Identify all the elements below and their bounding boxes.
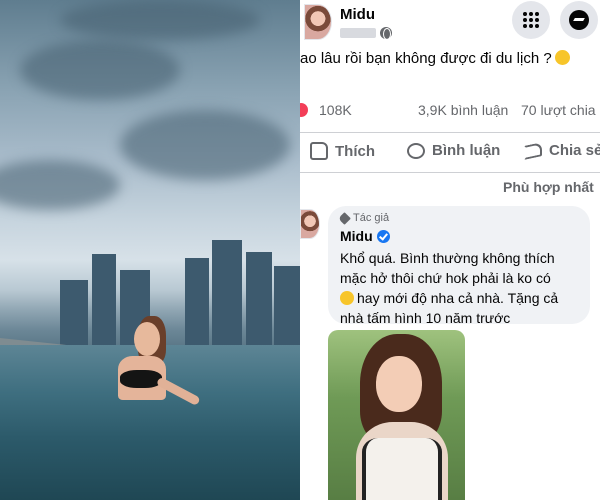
laughing-emoji-icon [340, 291, 354, 305]
post-photo[interactable] [0, 0, 300, 500]
comments-count[interactable]: 3,9K bình luận [418, 102, 508, 118]
author-badge-label: Tác giả [353, 212, 390, 224]
post-text: ao lâu rồi bạn không được đi du lịch ? [300, 50, 570, 67]
shares-count[interactable]: 70 lượt chia [521, 102, 596, 118]
person-swimsuit [120, 370, 162, 388]
post-text-content: ao lâu rồi bạn không được đi du lịch ? [300, 50, 552, 67]
post-author-avatar[interactable] [304, 4, 332, 40]
photo-skyline [246, 252, 272, 350]
post-meta [340, 27, 392, 40]
comment-button[interactable]: Bình luận [407, 142, 500, 159]
messenger-button[interactable] [560, 1, 598, 39]
comment-label: Bình luận [432, 142, 501, 159]
verified-icon [376, 229, 390, 243]
messenger-icon [569, 10, 589, 30]
photo-cloud [60, 0, 260, 40]
comment-line: nhà tấm hình 10 năm trước [340, 310, 511, 326]
comment-author-name[interactable]: Midu [340, 228, 373, 244]
divider [300, 132, 600, 133]
pen-icon [338, 211, 351, 225]
like-button[interactable]: Thích [310, 142, 375, 160]
share-icon [524, 141, 542, 160]
grid-menu-icon [523, 12, 539, 28]
photo-skyline [92, 254, 116, 350]
post-timestamp-blurred[interactable] [340, 28, 376, 38]
comment-line-with-emoji: hay mới độ nha cả nhà. Tặng cả [340, 288, 578, 308]
menu-button[interactable] [512, 1, 550, 39]
photo-skyline [274, 266, 300, 350]
comment-author-row: Midu [340, 228, 578, 244]
comment-sort-dropdown[interactable]: Phù hợp nhất [503, 179, 594, 195]
comment-photo[interactable] [328, 330, 465, 500]
post-panel: Midu ao lâu rồi bạn không được đi du lịc… [300, 0, 600, 500]
heart-icon[interactable] [300, 103, 308, 117]
like-icon [310, 142, 328, 160]
divider [300, 172, 600, 173]
photo-face [376, 356, 422, 412]
comment-line: Khổ quá. Bình thường không thích [340, 250, 555, 266]
comment-icon [407, 142, 425, 159]
reactions-count[interactable]: 108K [319, 102, 352, 118]
post-actions: Thích Bình luận Chia sẻ [300, 136, 600, 170]
comment-line-text: hay mới độ nha cả nhà. Tặng cả [357, 290, 559, 306]
comment-text: Khổ quá. Bình thường không thích mặc hở … [340, 248, 578, 328]
photo-cloud [0, 160, 120, 210]
photo-skyline [212, 240, 242, 350]
share-label: Chia sẻ [549, 142, 600, 159]
comment-bubble: Tác giả Midu Khổ quá. Bình thường không … [328, 206, 590, 326]
photo-cloud [20, 40, 180, 100]
globe-icon [380, 27, 392, 40]
photo-dress [362, 438, 442, 500]
person-head [134, 322, 160, 356]
photo-cloud [120, 110, 290, 180]
post-author-name[interactable]: Midu [340, 6, 375, 23]
share-button[interactable]: Chia sẻ [524, 141, 600, 160]
photo-skyline [60, 280, 88, 350]
comment-line: mặc hở thôi chứ hok phải là ko có [340, 270, 551, 286]
photo-skyline [185, 258, 209, 350]
laughing-emoji-icon [554, 50, 570, 65]
comment-author-avatar[interactable] [300, 209, 320, 239]
like-label: Thích [335, 142, 375, 160]
author-badge: Tác giả [338, 211, 578, 225]
